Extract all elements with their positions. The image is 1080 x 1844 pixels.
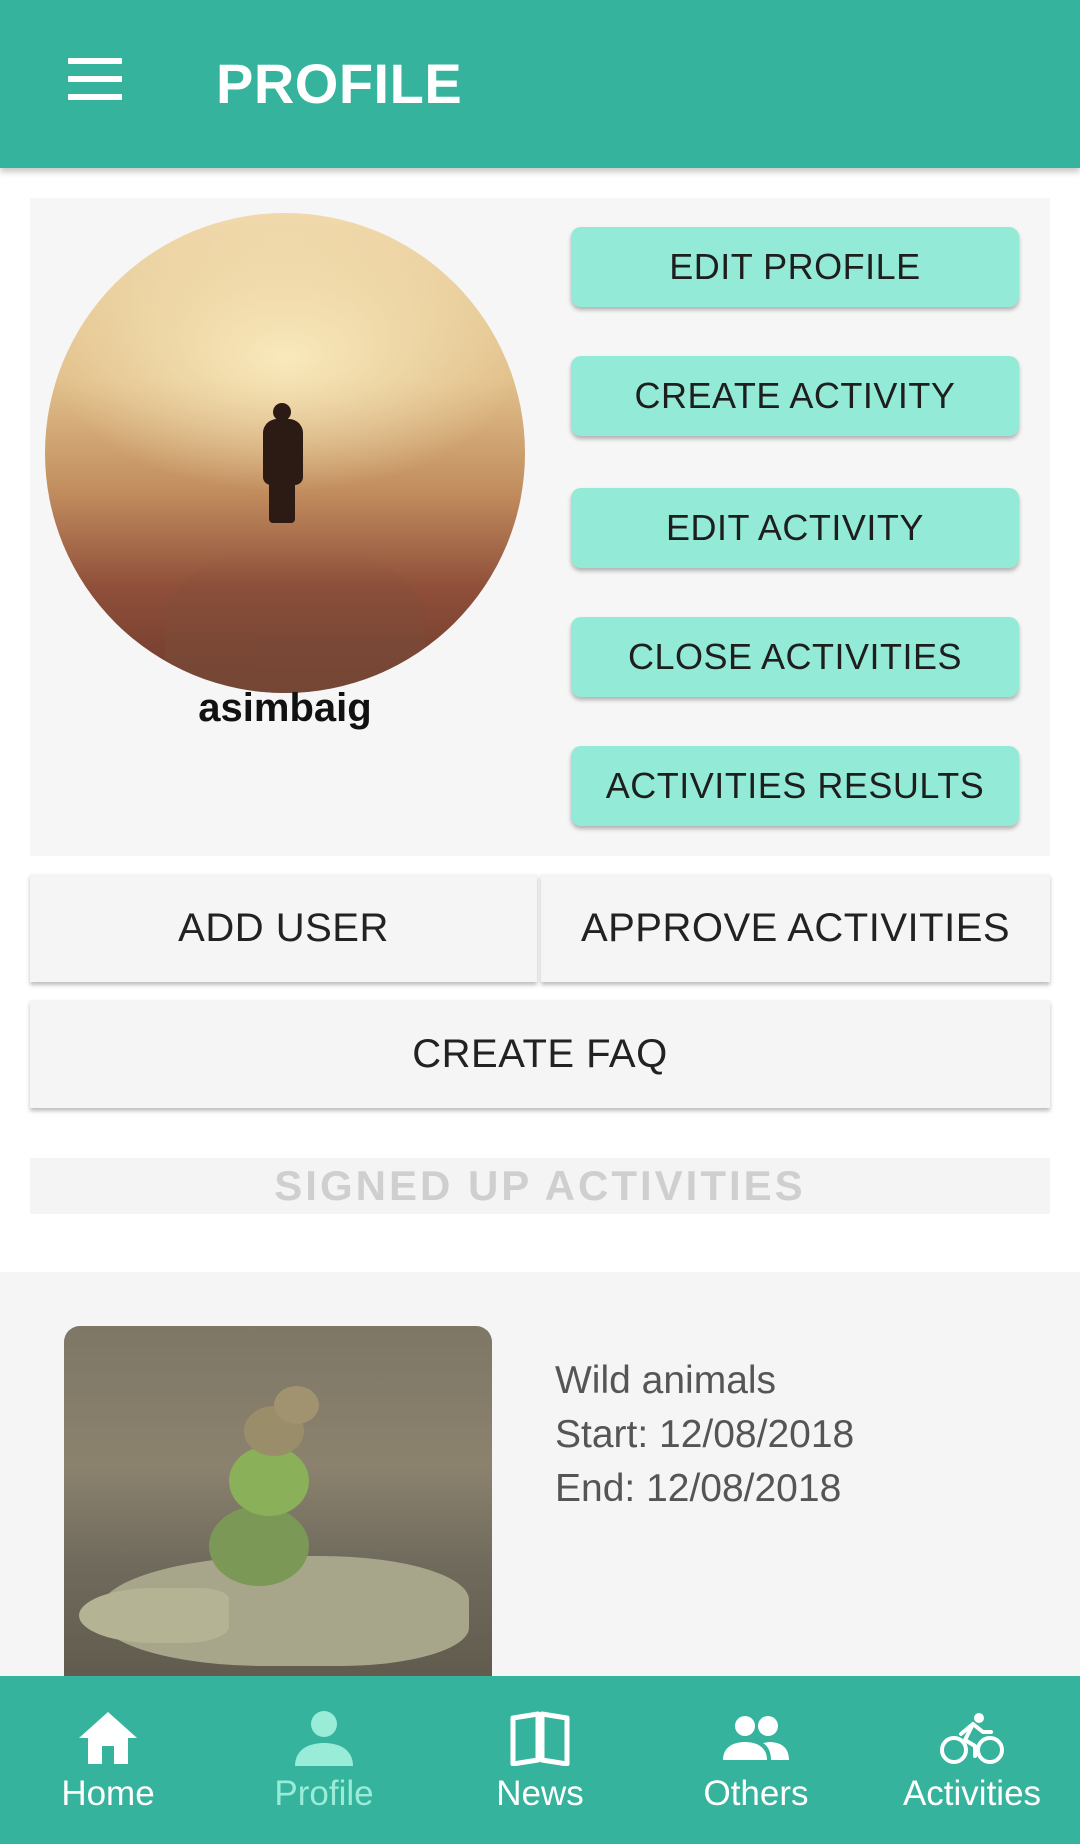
edit-profile-button[interactable]: EDIT PROFILE [571,227,1019,307]
page-title: PROFILE [216,52,463,115]
approve-activities-button[interactable]: APPROVE ACTIVITIES [541,874,1050,982]
nav-activities-label: Activities [902,1774,1042,1813]
activity-name: Wild animals [555,1359,777,1402]
bottom-navigation: Home Profile News Others Activities [0,1676,1080,1844]
bike-icon [940,1713,1004,1764]
nav-profile-label: Profile [274,1774,374,1813]
profile-avatar[interactable] [45,213,525,693]
signed-up-activities-header: SIGNED UP ACTIVITIES [30,1158,1050,1214]
person-icon [295,1711,353,1766]
nav-home-label: Home [61,1774,155,1813]
nav-profile[interactable]: Profile [216,1676,432,1844]
book-icon [510,1711,570,1766]
create-activity-button[interactable]: CREATE ACTIVITY [571,356,1019,436]
nav-news[interactable]: News [432,1676,648,1844]
close-activities-button[interactable]: CLOSE ACTIVITIES [571,617,1019,697]
app-bar: PROFILE [0,0,1080,168]
edit-activity-button[interactable]: EDIT ACTIVITY [571,488,1019,568]
activity-end-date: End: 12/08/2018 [555,1467,842,1510]
hamburger-menu-icon[interactable] [58,54,134,114]
nav-activities[interactable]: Activities [864,1676,1080,1844]
people-icon [723,1716,789,1760]
nav-others-label: Others [703,1774,809,1813]
activity-thumbnail[interactable] [64,1326,492,1726]
nav-others[interactable]: Others [648,1676,864,1844]
add-user-button[interactable]: ADD USER [30,874,537,982]
activity-details: Wild animals Start: 12/08/2018 End: 12/0… [555,1354,854,1516]
profile-username: asimbaig [198,686,372,730]
create-faq-button[interactable]: CREATE FAQ [30,1000,1050,1108]
nav-news-label: News [496,1774,584,1813]
home-icon [79,1712,137,1764]
activity-start-date: Start: 12/08/2018 [555,1413,855,1456]
activities-results-button[interactable]: ACTIVITIES RESULTS [571,746,1019,826]
nav-home[interactable]: Home [0,1676,216,1844]
